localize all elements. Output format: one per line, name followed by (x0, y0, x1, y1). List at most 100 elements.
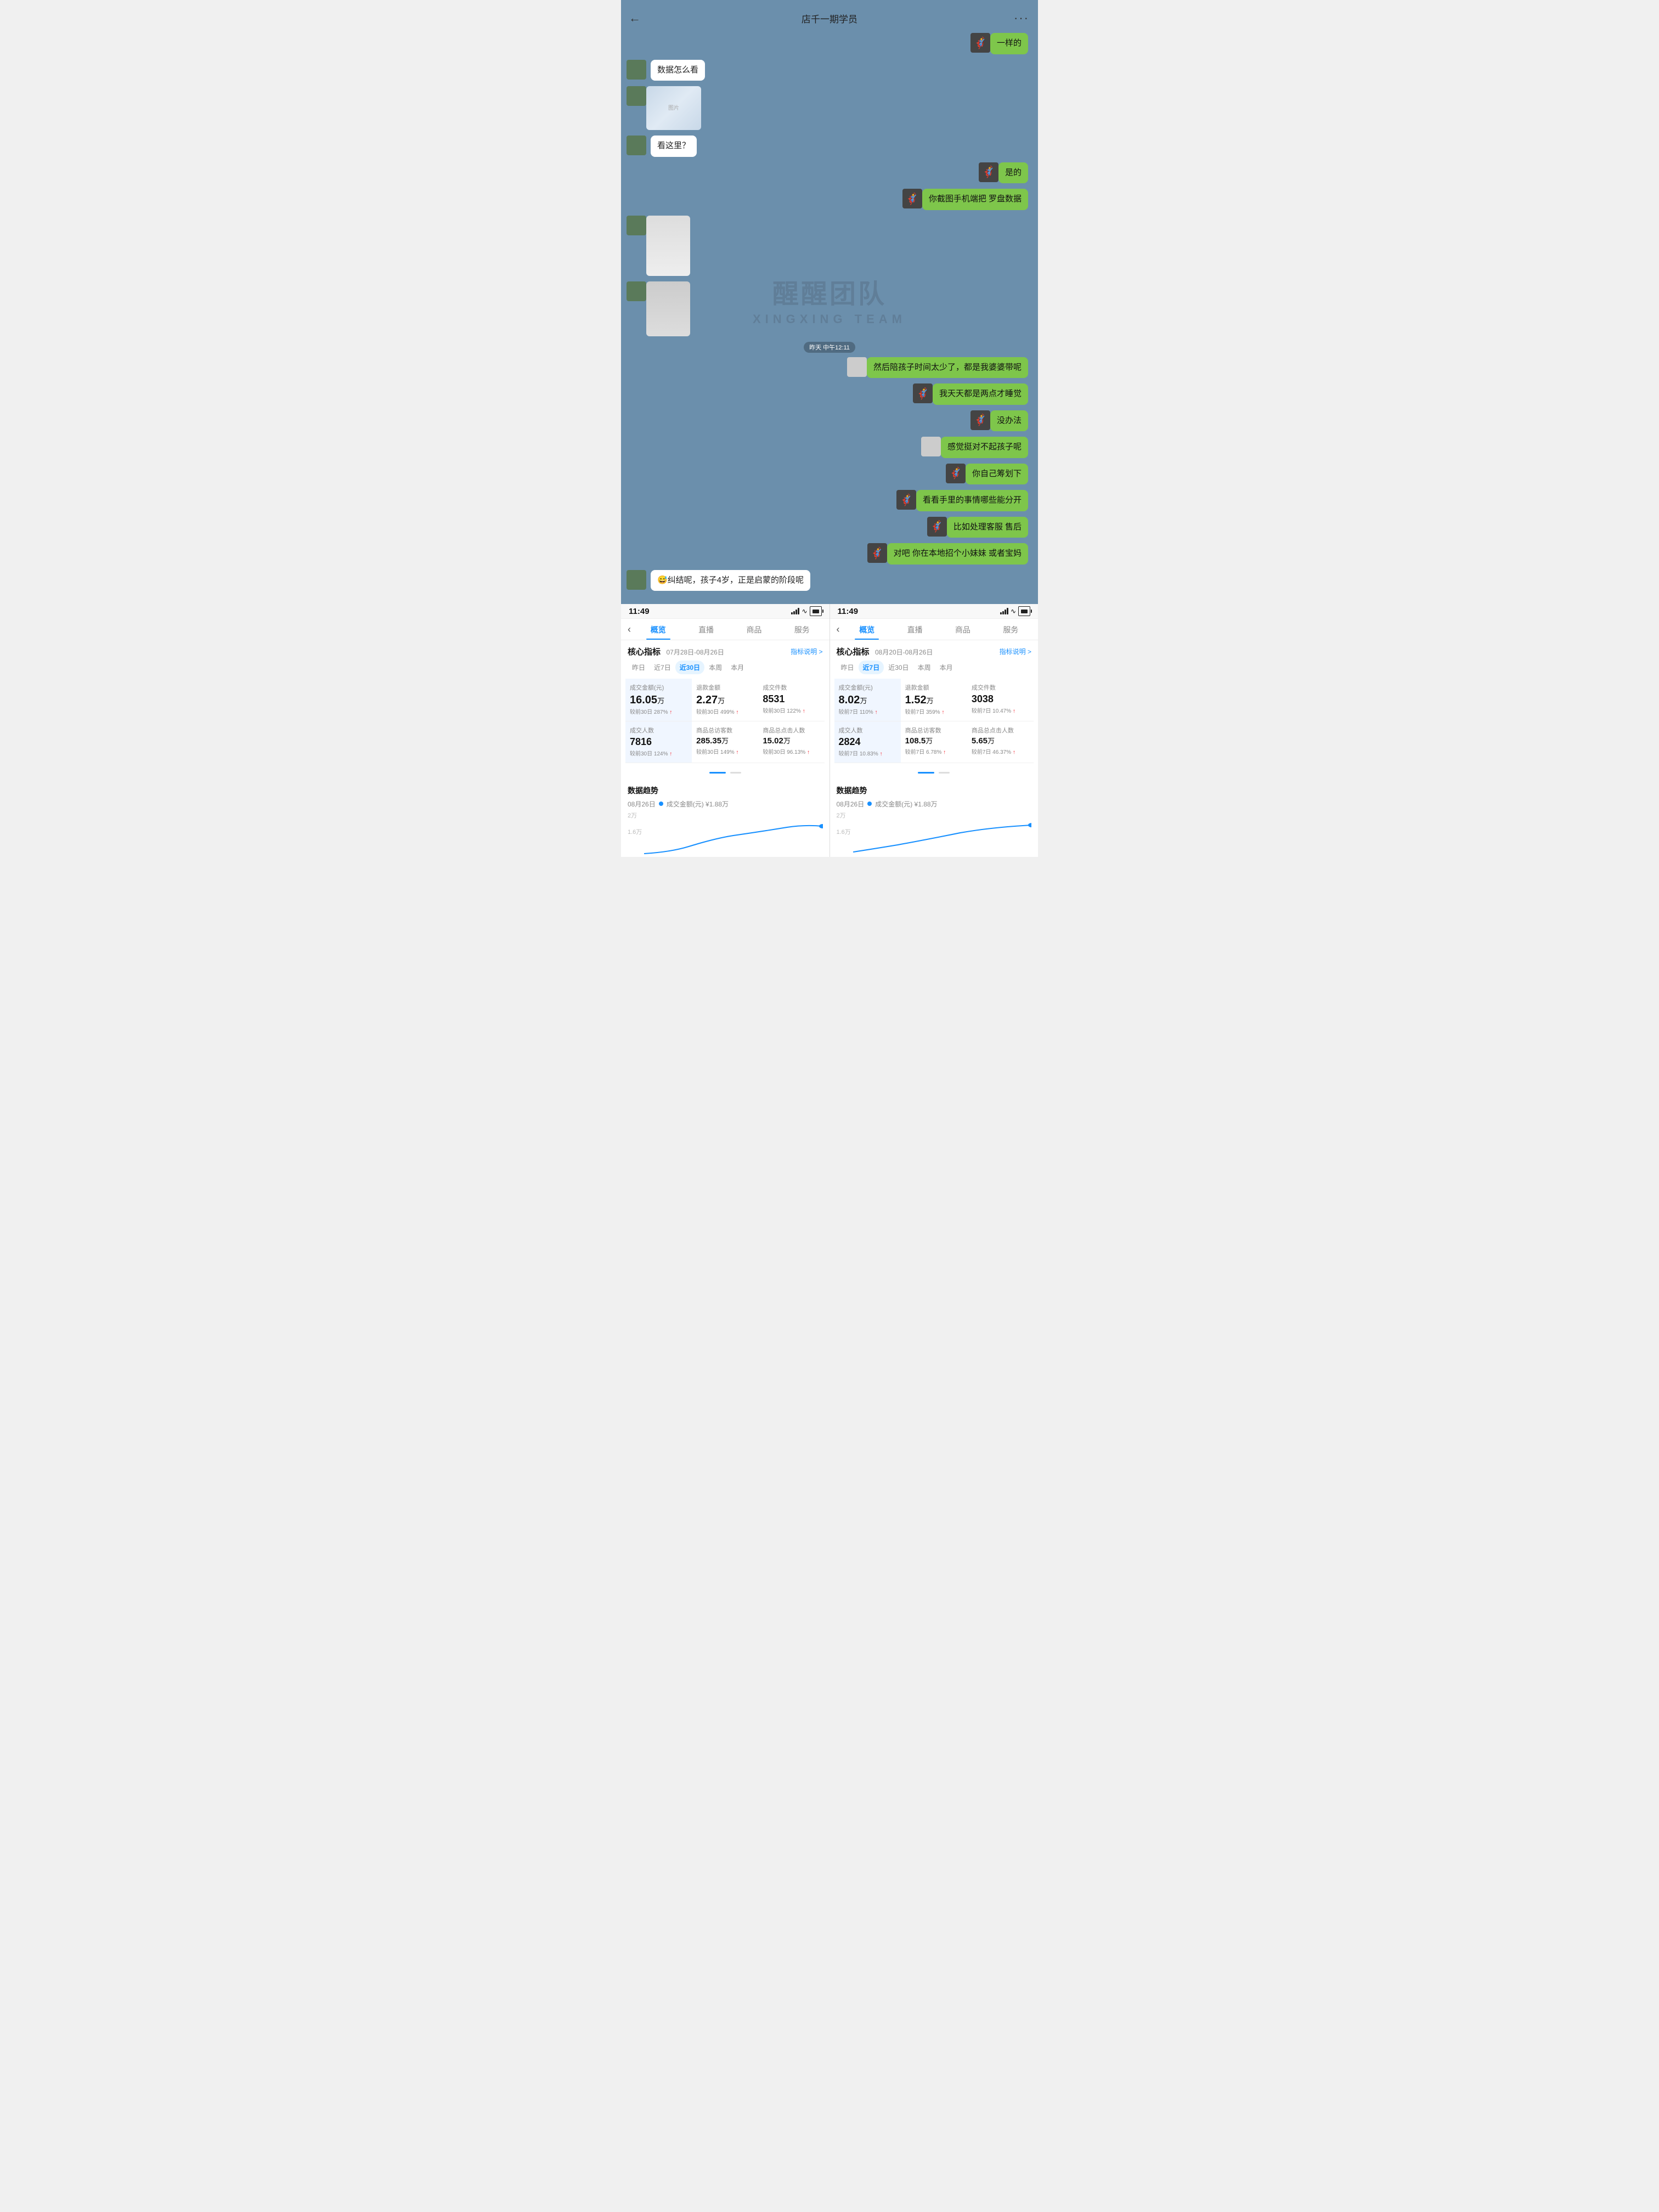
metric-value: 7816 (630, 737, 687, 748)
tab-product-right[interactable]: 商品 (939, 619, 986, 640)
section-title-group-left: 核心指标 07月28日-08月26日 (628, 646, 724, 657)
trend-section-right: 数据趋势 08月26日 成交金额(元) ¥1.88万 2万 1.6万 (830, 780, 1039, 857)
image-bubble (646, 216, 690, 276)
msg-row: 对吧 你在本地招个小妹妹 或者宝妈 🦸 (627, 543, 1032, 565)
message-bubble: 数据怎么看 (651, 60, 705, 81)
msg-row: 一样的 🦸 (627, 33, 1032, 54)
metric-value: 15.02万 (763, 737, 820, 746)
tab-service-left[interactable]: 服务 (778, 619, 826, 640)
explain-link-right[interactable]: 指标说明 > (1000, 647, 1031, 656)
trend-legend-left: 成交金额(元) ¥1.88万 (667, 799, 729, 809)
section-title-right: 核心指标 (837, 647, 870, 657)
avatar: 🦸 (970, 410, 990, 430)
metrics-grid-right: 成交金额(元) 8.02万 较前7日 110% ↑ 退款金额 1.52万 较前7… (830, 679, 1039, 763)
metric-cell: 成交金额(元) 8.02万 较前7日 110% ↑ (834, 679, 901, 721)
status-icons-left: ∿ (791, 606, 821, 616)
msg-row: 你自己筹划下 🦸 (627, 464, 1032, 485)
explain-link-left[interactable]: 指标说明 > (791, 647, 822, 656)
msg-row: 你截图手机端把 罗盘数据 🦸 (627, 189, 1032, 210)
message-bubble: 看看手里的事情哪些能分开 (916, 490, 1028, 511)
period-30days-left[interactable]: 近30日 (675, 661, 704, 674)
period-month-left[interactable]: 本月 (726, 661, 748, 674)
period-7days-left[interactable]: 近7日 (650, 661, 675, 674)
period-yesterday-right[interactable]: 昨日 (837, 661, 859, 674)
metric-change: 较前7日 10.83% ↑ (839, 749, 896, 757)
image-placeholder (646, 216, 690, 276)
metric-change: 较前7日 6.78% ↑ (905, 747, 963, 755)
period-month-right[interactable]: 本月 (935, 661, 957, 674)
metric-label: 成交人数 (630, 726, 687, 735)
tab-live-left[interactable]: 直播 (682, 619, 730, 640)
trend-legend-right: 成交金额(元) ¥1.88万 (875, 799, 937, 809)
metric-cell: 成交金额(元) 16.05万 较前30日 287% ↑ (625, 679, 692, 721)
scroll-indicator-right (830, 763, 1039, 780)
period-tabs-left: 昨日 近7日 近30日 本周 本月 (621, 661, 830, 674)
metric-change: 较前30日 122% ↑ (763, 706, 820, 714)
period-week-left[interactable]: 本周 (704, 661, 726, 674)
metric-label: 成交人数 (839, 726, 896, 735)
metric-label: 退款金额 (696, 683, 754, 692)
metric-cell: 商品总访客数 108.5万 较前7日 6.78% ↑ (901, 721, 967, 763)
metric-cell: 商品总点击人数 15.02万 较前30日 96.13% ↑ (758, 721, 825, 763)
chat-title: 店千一期学员 (802, 12, 857, 25)
status-icons-right: ∿ (1000, 606, 1030, 616)
msg-row (627, 281, 1032, 336)
timestamp-row: 昨天 中午12:11 (627, 342, 1032, 353)
image-bubble: 图片 (646, 86, 701, 130)
metric-change: 较前30日 499% ↑ (696, 707, 754, 715)
metric-cell: 退款金额 2.27万 较前30日 499% ↑ (692, 679, 758, 721)
message-bubble: 对吧 你在本地招个小妹妹 或者宝妈 (887, 543, 1028, 565)
tab-live-right[interactable]: 直播 (891, 619, 939, 640)
metric-change: 较前7日 10.47% ↑ (972, 706, 1029, 714)
wifi-icon: ∿ (1011, 607, 1016, 615)
metric-cell: 成交人数 2824 较前7日 10.83% ↑ (834, 721, 901, 763)
msg-row: 比如处理客服 售后 🦸 (627, 517, 1032, 538)
back-icon[interactable]: ← (624, 9, 645, 27)
back-button-right[interactable]: ‹ (833, 619, 843, 640)
message-bubble: 一样的 (990, 33, 1028, 54)
battery-icon (810, 606, 822, 616)
metric-change: 较前7日 110% ↑ (839, 707, 896, 715)
metric-change: 较前30日 124% ↑ (630, 749, 687, 757)
nav-tabs-right: ‹ 概览 直播 商品 服务 (830, 619, 1039, 640)
metric-cell: 成交件数 3038 较前7日 10.47% ↑ (967, 679, 1034, 721)
avatar: 🦸 (970, 33, 990, 53)
trend-date-left: 08月26日 (628, 799, 656, 809)
section-header-right: 核心指标 08月20日-08月26日 指标说明 > (830, 640, 1039, 661)
chat-header: ← 店千一期学员 ··· (621, 5, 1038, 31)
metric-cell: 商品总访客数 285.35万 较前30日 149% ↑ (692, 721, 758, 763)
tab-overview-right[interactable]: 概览 (843, 619, 891, 640)
msg-row: 我天天都是两点才睡觉 🦸 (627, 383, 1032, 405)
chart-label-2wan-r: 2万 (837, 811, 846, 820)
trend-section-left: 数据趋势 08月26日 成交金额(元) ¥1.88万 2万 1.6万 (621, 780, 830, 857)
more-icon[interactable]: ··· (1014, 11, 1029, 25)
tab-product-left[interactable]: 商品 (730, 619, 778, 640)
tab-service-right[interactable]: 服务 (987, 619, 1035, 640)
message-bubble: 是的 (998, 162, 1028, 184)
period-week-right[interactable]: 本周 (913, 661, 935, 674)
msg-row: 看这里？ (627, 136, 1032, 157)
trend-date-right: 08月26日 (837, 799, 865, 809)
section-date-left: 07月28日-08月26日 (666, 648, 724, 656)
avatar: 🦸 (979, 162, 998, 182)
status-time-right: 11:49 (838, 607, 859, 616)
tab-overview-left[interactable]: 概览 (634, 619, 682, 640)
section-date-right: 08月20日-08月26日 (875, 648, 933, 656)
message-bubble: 没办法 (990, 410, 1028, 432)
trend-title-left: 数据趋势 (628, 785, 823, 796)
avatar (627, 86, 646, 106)
metric-label: 商品总点击人数 (972, 726, 1029, 735)
period-30days-right[interactable]: 近30日 (884, 661, 913, 674)
period-7days-right[interactable]: 近7日 (859, 661, 884, 674)
back-button-left[interactable]: ‹ (624, 619, 634, 640)
metric-label: 成交金额(元) (630, 683, 687, 692)
avatar (627, 136, 646, 155)
status-time-left: 11:49 (629, 607, 650, 616)
wifi-icon: ∿ (802, 607, 807, 615)
period-yesterday-left[interactable]: 昨日 (628, 661, 650, 674)
avatar: 🦸 (896, 490, 916, 510)
metric-cell: 退款金额 1.52万 较前7日 359% ↑ (901, 679, 967, 721)
chat-messages: 一样的 🦸 数据怎么看 图片 看这里？ 是的 🦸 你截图手机端把 罗盘数据 (621, 31, 1038, 599)
avatar: 🦸 (867, 543, 887, 563)
avatar: 🦸 (902, 189, 922, 208)
